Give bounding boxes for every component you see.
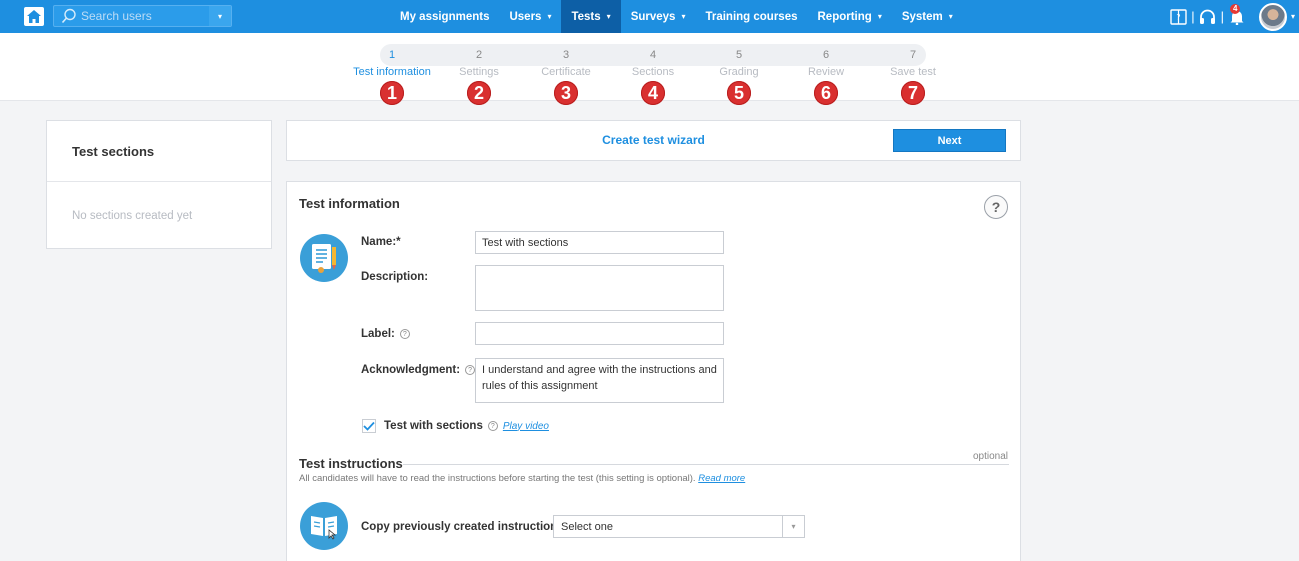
sections-empty-text: No sections created yet	[72, 210, 193, 222]
read-more-link[interactable]: Read more	[698, 473, 745, 484]
play-video-link[interactable]: Play video	[503, 421, 549, 432]
callout-marker: 6	[814, 81, 838, 105]
step-save-test[interactable]: 7 Save test 7	[868, 44, 958, 105]
chevron-down-icon: ▾	[681, 12, 686, 21]
acknowledgment-label: Acknowledgment:?	[361, 364, 476, 376]
label-field-label: Label:?	[361, 328, 410, 340]
next-button[interactable]: Next	[893, 129, 1006, 152]
callout-marker: 2	[467, 81, 491, 105]
separator: |	[1220, 9, 1224, 24]
search-input[interactable]	[81, 9, 201, 23]
description-input[interactable]	[475, 265, 724, 311]
nav-surveys[interactable]: Surveys ▾	[621, 0, 696, 33]
test-with-sections-checkbox[interactable]	[362, 419, 376, 433]
copy-instructions-label: Copy previously created instructions:	[361, 521, 568, 533]
copy-instructions-select[interactable]: Select one ▾	[553, 515, 805, 538]
chevron-down-icon: ▾	[547, 12, 552, 21]
callout-marker: 7	[901, 81, 925, 105]
open-book-icon	[300, 502, 348, 550]
chevron-down-icon: ▾	[782, 516, 804, 537]
form-title: Test information	[299, 196, 400, 211]
wizard-steps-bar: 1 Test information 1 2 Settings 2 3 Cert…	[0, 33, 1299, 105]
chevron-down-icon[interactable]: ▾	[1291, 12, 1295, 21]
chevron-down-icon: ▾	[606, 12, 611, 21]
home-icon	[27, 10, 41, 23]
test-sections-panel: Test sections No sections created yet	[46, 120, 272, 249]
main-menu: My assignments Users ▾ Tests ▾ Surveys ▾ Tr…	[390, 0, 963, 33]
help-icon[interactable]: ?	[399, 329, 410, 339]
step-settings[interactable]: 2 Settings 2	[434, 44, 524, 105]
instructions-description: All candidates will have to read the ins…	[299, 473, 746, 484]
nav-training-courses[interactable]: Training courses	[695, 0, 807, 33]
notification-badge: 4	[1229, 3, 1241, 14]
help-icon[interactable]: ?	[465, 365, 476, 375]
step-grading[interactable]: 5 Grading 5	[694, 44, 784, 105]
nav-reporting[interactable]: Reporting ▾	[808, 0, 892, 33]
search-dropdown-button[interactable]: ▾	[209, 6, 231, 26]
help-icon[interactable]: ?	[487, 421, 498, 431]
navbar-right-tools: ? | | 4 ▾	[1166, 0, 1299, 33]
select-value: Select one	[561, 520, 613, 533]
name-input[interactable]	[475, 231, 724, 254]
nav-tests[interactable]: Tests ▾	[561, 0, 621, 33]
support-button[interactable]	[1199, 8, 1217, 26]
optional-tag: optional	[973, 451, 1009, 462]
test-information-form: Test information ? Name:* Description: L…	[286, 181, 1021, 561]
step-review[interactable]: 6 Review 6	[781, 44, 871, 105]
home-button[interactable]	[24, 7, 44, 26]
description-label: Description:	[361, 271, 429, 283]
nav-system[interactable]: System ▾	[892, 0, 963, 33]
top-navbar: ▾ My assignments Users▾ Tests▾ Surveys▾ …	[0, 0, 1299, 33]
instructions-title: Test instructions	[299, 456, 403, 471]
search-icon	[61, 8, 76, 24]
separator: |	[1191, 9, 1195, 24]
nav-users[interactable]: Users ▾	[499, 0, 561, 33]
user-search: ▾	[53, 5, 232, 27]
user-avatar[interactable]	[1258, 2, 1287, 31]
callout-marker: 5	[727, 81, 751, 105]
chevron-down-icon: ▾	[877, 12, 882, 21]
checkmark-icon	[363, 421, 375, 431]
callout-marker: 1	[380, 81, 404, 105]
headset-icon	[1200, 9, 1216, 24]
label-input[interactable]	[475, 322, 724, 345]
test-with-sections-label: Test with sections	[384, 420, 483, 432]
document-certificate-icon	[300, 234, 348, 282]
chevron-down-icon: ▾	[217, 11, 222, 21]
notifications-button[interactable]: 4	[1228, 3, 1246, 26]
help-book-button[interactable]: ?	[1169, 8, 1187, 26]
step-test-information[interactable]: 1 Test information 1	[347, 44, 437, 105]
callout-marker: 4	[641, 81, 665, 105]
step-certificate[interactable]: 3 Certificate 3	[521, 44, 611, 105]
svg-text:?: ?	[1176, 13, 1180, 22]
sections-panel-title: Test sections	[47, 121, 271, 182]
test-with-sections-row: Test with sections ? Play video	[362, 419, 549, 433]
nav-my-assignments[interactable]: My assignments	[390, 0, 499, 33]
chevron-down-icon: ▾	[948, 12, 953, 21]
step-sections[interactable]: 4 Sections 4	[608, 44, 698, 105]
wizard-header: Create test wizard Next	[286, 120, 1021, 161]
divider	[403, 464, 1009, 465]
help-button[interactable]: ?	[984, 195, 1008, 219]
help-book-icon: ?	[1170, 8, 1187, 25]
name-label: Name:*	[361, 236, 401, 248]
callout-marker: 3	[554, 81, 578, 105]
acknowledgment-input[interactable]: I understand and agree with the instruct…	[475, 358, 724, 403]
